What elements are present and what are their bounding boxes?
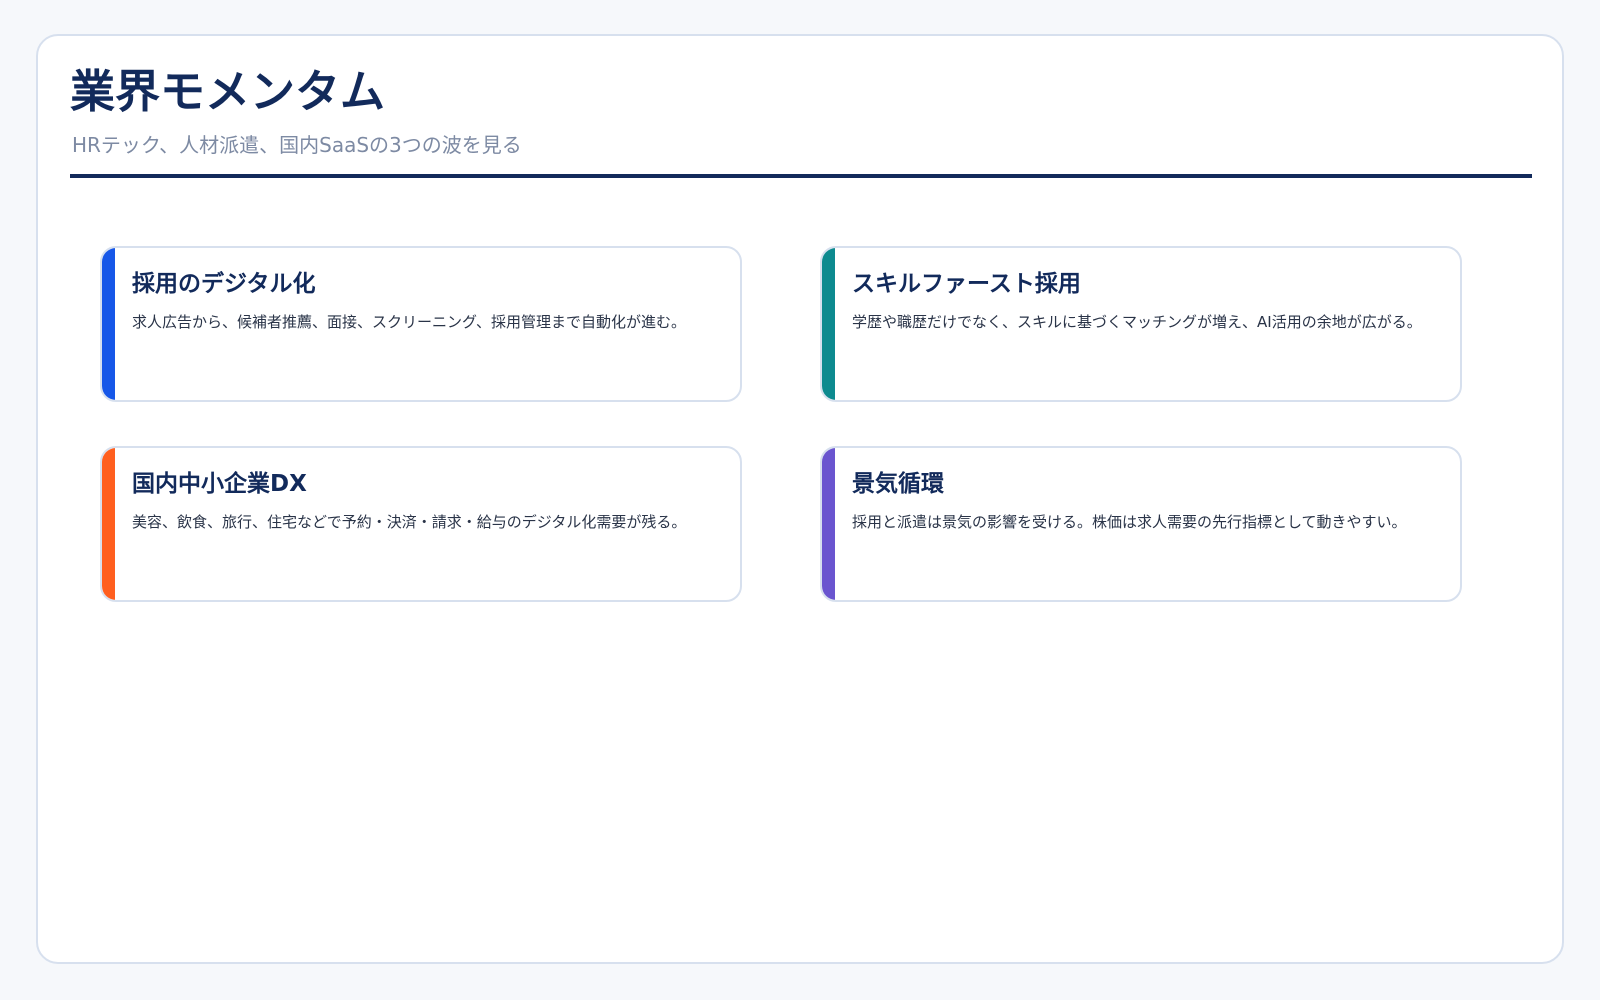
header-divider: [70, 174, 1532, 178]
card-description: 採用と派遣は景気の影響を受ける。株価は求人需要の先行指標として動きやすい。: [852, 513, 1407, 531]
main-panel: 業界モメンタム HRテック、人材派遣、国内SaaSの3つの波を見る 採用のデジタ…: [36, 34, 1564, 964]
card-description: 学歴や職歴だけでなく、スキルに基づくマッチングが増え、AI活用の余地が広がる。: [852, 313, 1422, 331]
card-description: 求人広告から、候補者推薦、面接、スクリーニング、採用管理まで自動化が進む。: [132, 313, 686, 331]
trend-card-smb-dx: 国内中小企業DX 美容、飲食、旅行、住宅などで予約・決済・請求・給与のデジタル化…: [100, 446, 742, 602]
card-title: 採用のデジタル化: [132, 271, 316, 297]
card-accent-bar: [102, 248, 115, 400]
trend-card-skill-first-hiring: スキルファースト採用 学歴や職歴だけでなく、スキルに基づくマッチングが増え、AI…: [820, 246, 1462, 402]
card-title: 景気循環: [852, 471, 944, 497]
card-description: 美容、飲食、旅行、住宅などで予約・決済・請求・給与のデジタル化需要が残る。: [132, 513, 687, 531]
page-subtitle: HRテック、人材派遣、国内SaaSの3つの波を見る: [72, 133, 522, 157]
card-accent-bar: [822, 248, 835, 400]
card-title: スキルファースト採用: [852, 271, 1081, 297]
card-accent-bar: [822, 448, 835, 600]
trend-card-digital-recruiting: 採用のデジタル化 求人広告から、候補者推薦、面接、スクリーニング、採用管理まで自…: [100, 246, 742, 402]
trend-card-business-cycle: 景気循環 採用と派遣は景気の影響を受ける。株価は求人需要の先行指標として動きやす…: [820, 446, 1462, 602]
card-title: 国内中小企業DX: [132, 471, 307, 497]
page-title: 業界モメンタム: [70, 65, 386, 118]
card-accent-bar: [102, 448, 115, 600]
